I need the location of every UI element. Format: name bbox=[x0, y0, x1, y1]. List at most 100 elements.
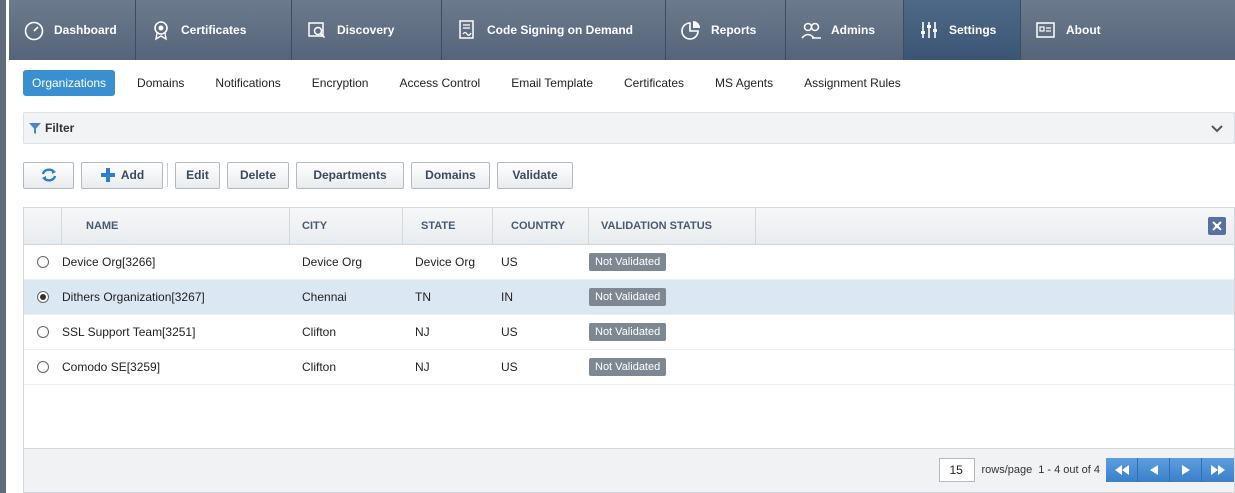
previous-page-button[interactable] bbox=[1138, 458, 1170, 482]
code-signing-icon bbox=[459, 20, 474, 39]
tab-reports[interactable]: Reports bbox=[666, 0, 786, 60]
subtab-assignment-rules[interactable]: Assignment Rules bbox=[795, 70, 910, 96]
column-header-city[interactable]: CITY bbox=[290, 208, 403, 244]
page-range-text: 1 - 4 out of 4 bbox=[1038, 464, 1100, 476]
tab-admins-label: Admins bbox=[831, 23, 876, 37]
cell-city: Device Org bbox=[302, 255, 363, 269]
row-select-radio-checked[interactable] bbox=[37, 291, 49, 303]
select-column-header bbox=[24, 208, 62, 244]
status-badge: Not Validated bbox=[589, 253, 667, 271]
admins-users-icon bbox=[801, 22, 821, 39]
rows-per-page-label: rows/page bbox=[981, 464, 1033, 476]
discovery-scan-icon bbox=[308, 22, 326, 39]
filter-label: Filter bbox=[45, 121, 75, 135]
pager: 15 rows/page 1 - 4 out of 4 bbox=[939, 458, 1234, 482]
subtab-notifications[interactable]: Notifications bbox=[206, 70, 289, 96]
tab-about-label: About bbox=[1066, 23, 1101, 37]
tab-dashboard[interactable]: Dashboard bbox=[9, 0, 136, 60]
tab-about[interactable]: About bbox=[1021, 0, 1127, 60]
tab-admins[interactable]: Admins bbox=[786, 0, 904, 60]
top-navigation: Dashboard Certificates Discovery Code Si… bbox=[9, 0, 1235, 60]
window-left-edge bbox=[0, 0, 6, 493]
first-page-icon bbox=[1114, 465, 1129, 475]
filter-funnel-icon bbox=[29, 123, 41, 134]
status-badge: Not Validated bbox=[589, 288, 667, 306]
departments-button[interactable]: Departments bbox=[296, 161, 404, 189]
tab-reports-label: Reports bbox=[711, 23, 757, 37]
dashboard-gauge-icon bbox=[24, 21, 44, 41]
subtab-encryption[interactable]: Encryption bbox=[303, 70, 378, 96]
cell-state: Device Org bbox=[415, 255, 476, 269]
reports-pie-icon bbox=[681, 21, 700, 40]
tab-dashboard-label: Dashboard bbox=[54, 23, 117, 37]
tab-settings-label: Settings bbox=[949, 23, 997, 37]
previous-page-icon bbox=[1149, 465, 1158, 475]
table-row[interactable]: Device Org[3266] Device Org Device Org U… bbox=[24, 245, 1234, 280]
row-select-radio[interactable] bbox=[37, 326, 49, 338]
cell-name: Device Org[3266] bbox=[62, 255, 156, 269]
tab-discovery[interactable]: Discovery bbox=[292, 0, 442, 60]
plus-icon bbox=[100, 168, 115, 182]
cell-state: NJ bbox=[415, 325, 430, 339]
validate-button[interactable]: Validate bbox=[497, 161, 573, 189]
last-page-button[interactable] bbox=[1202, 458, 1234, 482]
first-page-button[interactable] bbox=[1106, 458, 1138, 482]
column-header-state[interactable]: STATE bbox=[403, 208, 493, 244]
row-select-radio[interactable] bbox=[37, 256, 49, 268]
tab-certificates-label: Certificates bbox=[181, 23, 247, 37]
status-badge: Not Validated bbox=[589, 358, 667, 376]
next-page-icon bbox=[1181, 465, 1190, 475]
cell-country: US bbox=[501, 360, 518, 374]
table-row[interactable]: Dithers Organization[3267] Chennai TN IN… bbox=[24, 280, 1234, 315]
tab-code-signing-label: Code Signing on Demand bbox=[487, 23, 633, 37]
cell-city: Chennai bbox=[302, 290, 347, 304]
tab-settings[interactable]: Settings bbox=[904, 0, 1021, 60]
cell-city: Clifton bbox=[302, 360, 337, 374]
domains-button[interactable]: Domains bbox=[411, 161, 490, 189]
delete-button[interactable]: Delete bbox=[227, 161, 289, 189]
about-info-icon bbox=[1036, 22, 1055, 38]
refresh-button[interactable] bbox=[23, 161, 74, 189]
subtab-domains[interactable]: Domains bbox=[128, 70, 193, 96]
organizations-grid: NAME CITY STATE COUNTRY VALIDATION STATU… bbox=[23, 207, 1235, 493]
subtab-access-control[interactable]: Access Control bbox=[390, 70, 489, 96]
cell-country: US bbox=[501, 325, 518, 339]
column-header-name[interactable]: NAME bbox=[62, 208, 290, 244]
next-page-button[interactable] bbox=[1170, 458, 1202, 482]
tab-code-signing[interactable]: Code Signing on Demand bbox=[442, 0, 666, 60]
cell-city: Clifton bbox=[302, 325, 337, 339]
add-button-label: Add bbox=[120, 168, 145, 182]
subtab-ms-agents[interactable]: MS Agents bbox=[706, 70, 782, 96]
column-header-validation-status[interactable]: VALIDATION STATUS bbox=[589, 208, 756, 244]
chevron-down-icon[interactable] bbox=[1210, 121, 1224, 135]
tab-discovery-label: Discovery bbox=[337, 23, 395, 37]
tab-certificates[interactable]: Certificates bbox=[136, 0, 292, 60]
settings-sub-navigation: Organizations Domains Notifications Encr… bbox=[9, 60, 1235, 105]
subtab-organizations[interactable]: Organizations bbox=[23, 69, 116, 96]
cell-state: NJ bbox=[415, 360, 430, 374]
cell-country: US bbox=[501, 255, 518, 269]
refresh-icon bbox=[41, 168, 56, 182]
cell-state: TN bbox=[415, 290, 431, 304]
column-settings-icon[interactable] bbox=[1208, 217, 1226, 235]
filter-bar[interactable]: Filter bbox=[23, 112, 1235, 144]
cell-country: IN bbox=[501, 290, 513, 304]
subtab-certificates[interactable]: Certificates bbox=[615, 70, 693, 96]
status-badge: Not Validated bbox=[589, 323, 667, 341]
subtab-email-template[interactable]: Email Template bbox=[502, 70, 602, 96]
page-size-input[interactable]: 15 bbox=[939, 458, 976, 482]
cell-name: SSL Support Team[3251] bbox=[62, 325, 196, 339]
add-button[interactable]: Add bbox=[81, 161, 163, 189]
cell-name: Dithers Organization[3267] bbox=[62, 290, 205, 304]
table-row[interactable]: Comodo SE[3259] Clifton NJ US Not Valida… bbox=[24, 350, 1234, 385]
toolbar-separator bbox=[167, 163, 168, 187]
table-row[interactable]: SSL Support Team[3251] Clifton NJ US Not… bbox=[24, 315, 1234, 350]
column-header-country[interactable]: COUNTRY bbox=[493, 208, 589, 244]
row-select-radio[interactable] bbox=[37, 361, 49, 373]
cell-name: Comodo SE[3259] bbox=[62, 360, 161, 374]
settings-sliders-icon bbox=[921, 22, 937, 38]
edit-button[interactable]: Edit bbox=[175, 161, 220, 189]
last-page-icon bbox=[1211, 465, 1225, 475]
grid-footer: 15 rows/page 1 - 4 out of 4 bbox=[24, 448, 1234, 492]
action-toolbar: Add Edit Delete Departments Domains Vali… bbox=[23, 160, 580, 190]
